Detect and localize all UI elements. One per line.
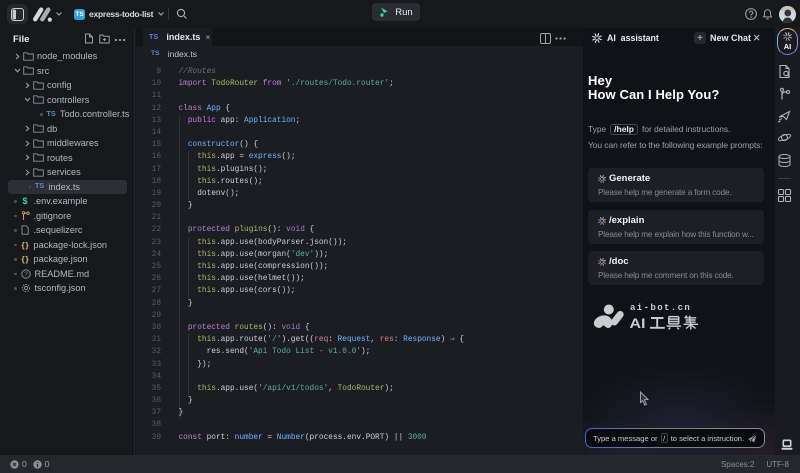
svg-text:?: ? <box>24 272 28 278</box>
svg-text:AI: AI <box>630 316 646 331</box>
